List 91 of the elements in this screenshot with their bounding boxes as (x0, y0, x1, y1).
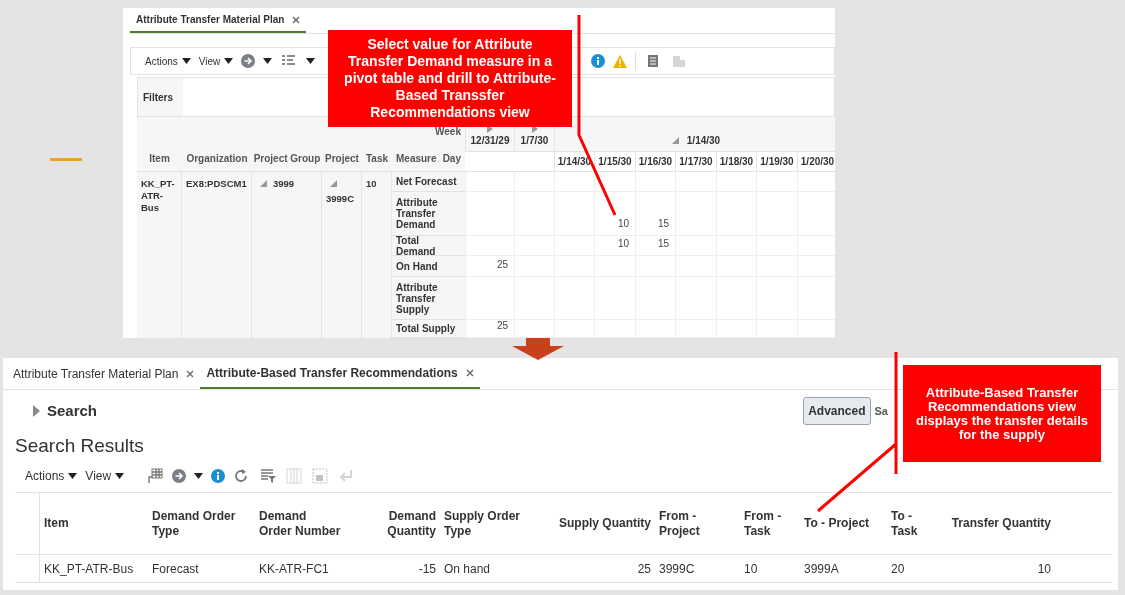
results-title: Search Results (15, 435, 144, 456)
actions-menu[interactable]: Actions (25, 467, 78, 485)
column-header: Project Group (253, 152, 321, 166)
collapse-icon[interactable] (330, 180, 337, 187)
actions-menu[interactable]: Actions (145, 53, 191, 69)
week-header: 1/7/30 (520, 134, 549, 148)
tab[interactable]: Attribute Transfer Material Plan (7, 358, 201, 389)
caret-icon[interactable] (181, 58, 191, 64)
close-icon[interactable] (465, 368, 474, 377)
column-header[interactable]: Supply Quantity (559, 516, 651, 531)
dimension-value: KK_PT-ATR-Bus (141, 178, 176, 214)
value-cell[interactable]: 25 (496, 257, 508, 272)
day-label: Day (442, 152, 461, 166)
column-header[interactable]: From - Task (744, 508, 796, 539)
view-menu[interactable]: View (198, 53, 234, 69)
day-header: 1/15/30 (598, 155, 632, 169)
dimension-value: EX8:PDSCM1 (186, 178, 247, 190)
caret-icon[interactable] (263, 58, 273, 64)
measure-name: Total Supply (396, 323, 456, 334)
column-header: Measure (396, 152, 437, 166)
column-header[interactable]: To - Task (891, 508, 941, 539)
tab[interactable]: Attribute Transfer Material Plan (130, 8, 307, 33)
day-header: 1/16/30 (638, 155, 673, 169)
advanced-button[interactable]: Advanced (803, 397, 871, 425)
column-header: Project (325, 152, 359, 166)
close-icon[interactable] (186, 369, 195, 378)
column-header[interactable]: Supply Order Type (444, 508, 546, 539)
table-cell-text: 10 (1037, 560, 1051, 578)
column-header[interactable]: Demand Order Type (152, 508, 251, 539)
week-label: Week (435, 125, 461, 139)
table-cell-text: On hand (444, 560, 491, 578)
caret-icon[interactable] (68, 473, 78, 479)
table-cell-text: 3999A (804, 560, 839, 578)
value-cell[interactable]: 10 (617, 216, 629, 231)
value-cell[interactable]: 10 (617, 236, 629, 251)
tab[interactable]: Attribute-Based Transfer Recommendations (200, 358, 480, 389)
day-header: 1/17/30 (679, 155, 713, 169)
arrow-circle-icon[interactable] (172, 469, 187, 483)
column-header[interactable]: Transfer Quantity (951, 516, 1051, 531)
table-export-icon[interactable] (146, 468, 165, 484)
column-header[interactable]: Item (44, 516, 69, 531)
measure-name: Attribute Transfer Demand (396, 197, 439, 230)
table-cell-text: KK_PT-ATR-Bus (44, 560, 134, 578)
day-header: 1/20/30 (800, 155, 835, 169)
day-header: 1/19/30 (760, 155, 794, 169)
info-icon[interactable] (591, 54, 606, 68)
dimension-value: 3999C (326, 193, 354, 205)
caret-icon[interactable] (306, 58, 316, 64)
column-header[interactable]: From - Project (659, 508, 736, 539)
table-cell-text: 20 (891, 560, 905, 578)
view-menu[interactable]: View (85, 467, 125, 485)
save-button[interactable]: Sa (874, 402, 888, 420)
column-header[interactable]: Demand Quantity (349, 508, 436, 539)
column-header: Item (149, 152, 170, 166)
filter-icon[interactable] (259, 468, 278, 484)
caret-icon[interactable] (224, 58, 234, 64)
column-header: Organization (186, 152, 248, 166)
day-header: 1/18/30 (719, 155, 754, 169)
table-cell-text: Forecast (152, 560, 199, 578)
table-cell-text: -15 (418, 560, 436, 578)
search-header[interactable]: Search (47, 399, 98, 423)
week-header: 1/14/30 (686, 134, 721, 148)
measure-name: Attribute Transfer Supply (396, 281, 439, 315)
arrow-circle-icon[interactable] (241, 54, 256, 68)
column-header[interactable]: To - Project (804, 516, 870, 531)
value-cell[interactable]: 15 (657, 216, 669, 231)
dimension-value: 10 (366, 178, 377, 190)
column-header: Task (365, 152, 389, 166)
close-icon[interactable] (292, 15, 301, 24)
value-cell[interactable]: 25 (496, 318, 508, 333)
info-icon[interactable] (211, 469, 226, 483)
collapse-icon[interactable] (260, 180, 267, 187)
measure-name: Total Demand (396, 234, 437, 257)
column-header[interactable]: Demand Order Number (259, 508, 341, 539)
filters-label: Filters (143, 90, 173, 105)
table-cell-text: 25 (637, 560, 651, 578)
callout: Select value for Attribute Transfer Demand measure in a pivot table and drill to Attribute-Based Transsfer Recommendations view (328, 30, 572, 127)
collapse-icon[interactable] (671, 137, 679, 144)
table-cell-text: KK-ATR-FC1 (259, 560, 329, 578)
caret-icon[interactable] (115, 473, 125, 479)
dimension-value: 3999 (273, 178, 295, 190)
measure-name: Net Forecast (396, 176, 457, 187)
table-cell-text: 10 (744, 560, 758, 578)
week-header: 12/31/29 (470, 134, 510, 148)
table-cell-text: 3999C (659, 560, 695, 578)
value-cell[interactable]: 15 (657, 236, 669, 251)
caret-icon[interactable] (194, 473, 204, 479)
expand-icon[interactable] (33, 405, 40, 417)
down-arrow-icon (512, 338, 564, 360)
measure-name: On Hand (396, 260, 438, 272)
callout: Attribute-Based Transfer Recommendations view displays the transfer details for the supply (903, 365, 1101, 462)
